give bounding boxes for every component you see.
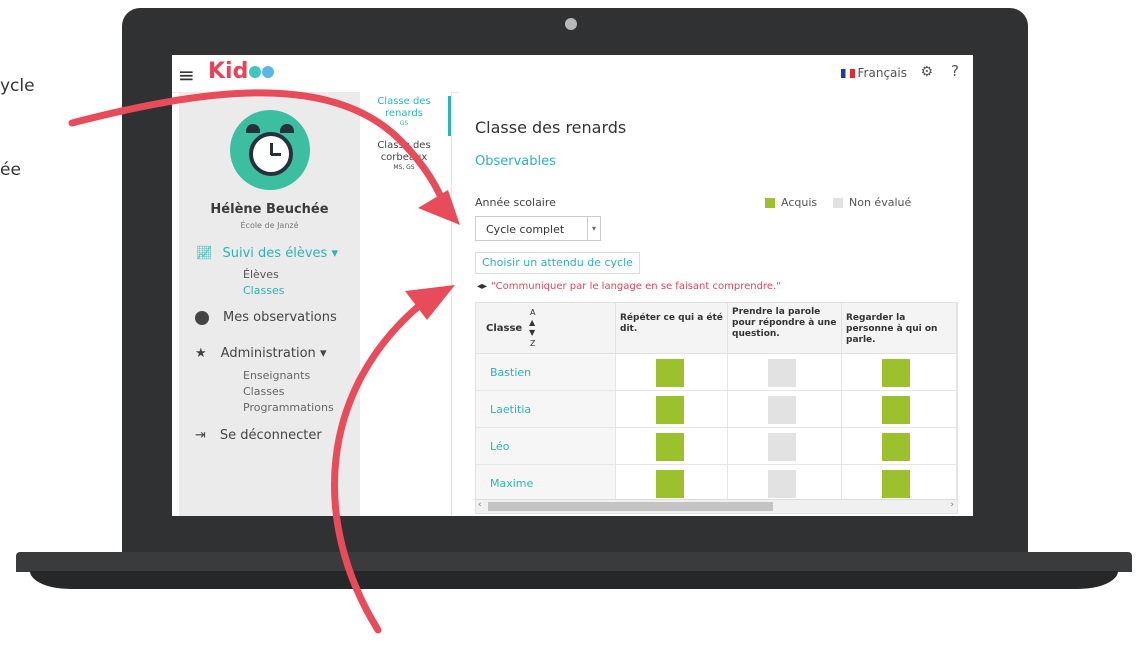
annotation-arrows <box>68 89 460 634</box>
arrow-top <box>68 89 452 219</box>
arrow-bottom <box>331 301 424 634</box>
